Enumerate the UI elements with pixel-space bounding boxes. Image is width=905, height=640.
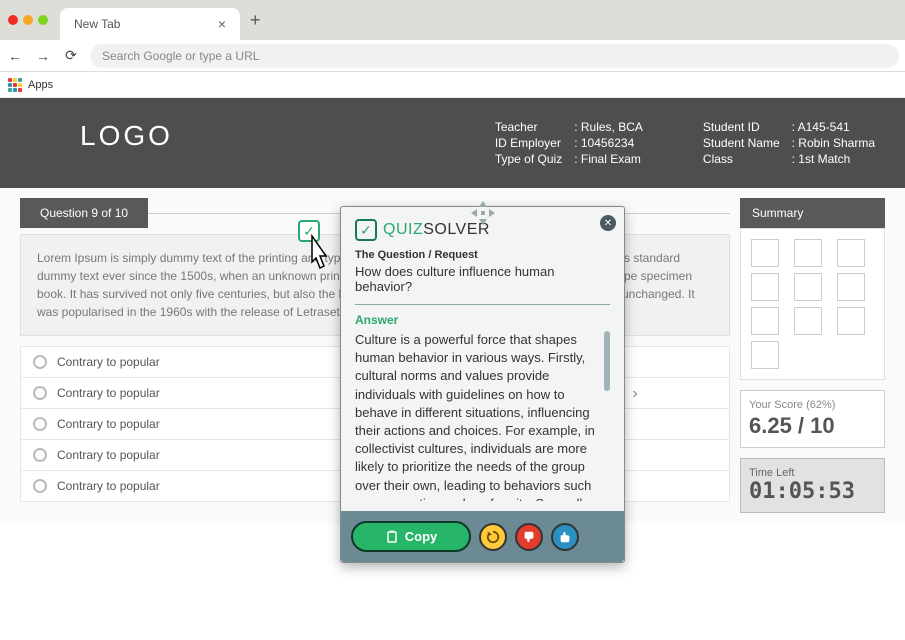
radio-icon [33, 448, 47, 462]
quiz-type-value: : Final Exam [574, 152, 643, 166]
option-label: Contrary to popular [57, 479, 160, 493]
popup-body: The Question / Request How does culture … [341, 249, 624, 511]
quiz-type-label: Type of Quiz [495, 152, 562, 166]
thumbs-down-icon [522, 530, 536, 544]
apps-label[interactable]: Apps [28, 79, 53, 91]
browser-toolbar: ← → ⟳ Search Google or type a URL [0, 40, 905, 72]
extension-trigger: ✓ [298, 220, 320, 242]
clipboard-icon [385, 530, 399, 544]
checkmark-icon: ✓ [355, 219, 377, 241]
tab-title: New Tab [74, 17, 120, 31]
thumbs-up-icon [558, 530, 572, 544]
teacher-value: : Rules, BCA [574, 120, 643, 134]
time-value: 01:05:53 [749, 479, 876, 504]
option-label: Contrary to popular [57, 417, 160, 431]
summary-cell[interactable] [751, 239, 779, 267]
option-label: Contrary to popular [57, 386, 160, 400]
student-id-label: Student ID [703, 120, 780, 134]
popup-actions: Copy › [341, 511, 624, 562]
request-text: How does culture influence human behavio… [355, 264, 610, 305]
radio-icon [33, 417, 47, 431]
summary-cell[interactable] [794, 273, 822, 301]
sidebar: Summary Your Score (62%) 6.25 / 10 Time … [740, 198, 885, 513]
score-value: 6.25 / 10 [749, 413, 876, 439]
site-logo: LOGO [80, 120, 173, 152]
thumbs-up-button[interactable] [551, 523, 579, 551]
id-employer-value: : 10456234 [574, 136, 643, 150]
address-placeholder: Search Google or type a URL [102, 49, 259, 63]
copy-button[interactable]: Copy [351, 521, 471, 552]
score-label: Your Score (62%) [749, 399, 876, 411]
tab-close-icon[interactable]: × [218, 16, 226, 32]
id-employer-label: ID Employer [495, 136, 562, 150]
summary-cell[interactable] [751, 341, 779, 369]
summary-grid [740, 228, 885, 380]
request-label: The Question / Request [355, 249, 610, 261]
forward-button[interactable]: → [34, 48, 52, 64]
refresh-icon [486, 530, 500, 544]
popup-close-button[interactable]: ✕ [600, 215, 616, 231]
quizsolver-popup: ✕ ✓ QUIZSOLVER The Question / Request Ho… [340, 206, 625, 563]
student-id-value: : A145-541 [792, 120, 875, 134]
summary-cell[interactable] [837, 239, 865, 267]
page-header: LOGO Teacher ID Employer Type of Quiz : … [0, 98, 905, 188]
summary-cell[interactable] [751, 273, 779, 301]
refresh-button[interactable] [479, 523, 507, 551]
thumbs-down-button[interactable] [515, 523, 543, 551]
bookmarks-bar: Apps [0, 72, 905, 98]
next-arrow-icon[interactable]: › [626, 385, 644, 403]
radio-icon [33, 479, 47, 493]
class-label: Class [703, 152, 780, 166]
student-name-label: Student Name [703, 136, 780, 150]
reload-button[interactable]: ⟳ [62, 47, 80, 64]
header-info: Teacher ID Employer Type of Quiz : Rules… [495, 120, 875, 166]
browser-tab[interactable]: New Tab × [60, 8, 240, 40]
window-minimize-icon[interactable] [23, 15, 33, 25]
radio-icon [33, 355, 47, 369]
summary-cell[interactable] [794, 307, 822, 335]
summary-cell[interactable] [837, 307, 865, 335]
new-tab-button[interactable]: + [250, 10, 261, 31]
address-bar[interactable]: Search Google or type a URL [90, 44, 899, 68]
answer-label: Answer [355, 313, 610, 327]
question-counter: Question 9 of 10 [20, 198, 148, 228]
student-name-value: : Robin Sharma [792, 136, 875, 150]
copy-label: Copy [405, 529, 438, 544]
summary-cell[interactable] [837, 273, 865, 301]
option-label: Contrary to popular [57, 448, 160, 462]
teacher-label: Teacher [495, 120, 562, 134]
time-label: Time Left [749, 467, 876, 479]
back-button[interactable]: ← [6, 48, 24, 64]
summary-title: Summary [740, 198, 885, 228]
summary-cell[interactable] [794, 239, 822, 267]
radio-icon [33, 386, 47, 400]
pointer-cursor-icon [302, 232, 338, 276]
window-controls [8, 15, 48, 25]
answer-scroll[interactable]: Culture is a powerful force that shapes … [355, 331, 610, 501]
score-box: Your Score (62%) 6.25 / 10 [740, 390, 885, 448]
drag-handle-icon[interactable] [469, 199, 497, 232]
scrollbar-thumb[interactable] [604, 331, 610, 391]
summary-cell[interactable] [751, 307, 779, 335]
apps-icon[interactable] [8, 78, 22, 92]
answer-text: Culture is a powerful force that shapes … [355, 331, 610, 501]
class-value: : 1st Match [792, 152, 875, 166]
option-label: Contrary to popular [57, 355, 160, 369]
browser-tabstrip: New Tab × + [0, 0, 905, 40]
window-close-icon[interactable] [8, 15, 18, 25]
window-maximize-icon[interactable] [38, 15, 48, 25]
time-box: Time Left 01:05:53 [740, 458, 885, 513]
brand-quiz: QUIZ [383, 221, 423, 238]
